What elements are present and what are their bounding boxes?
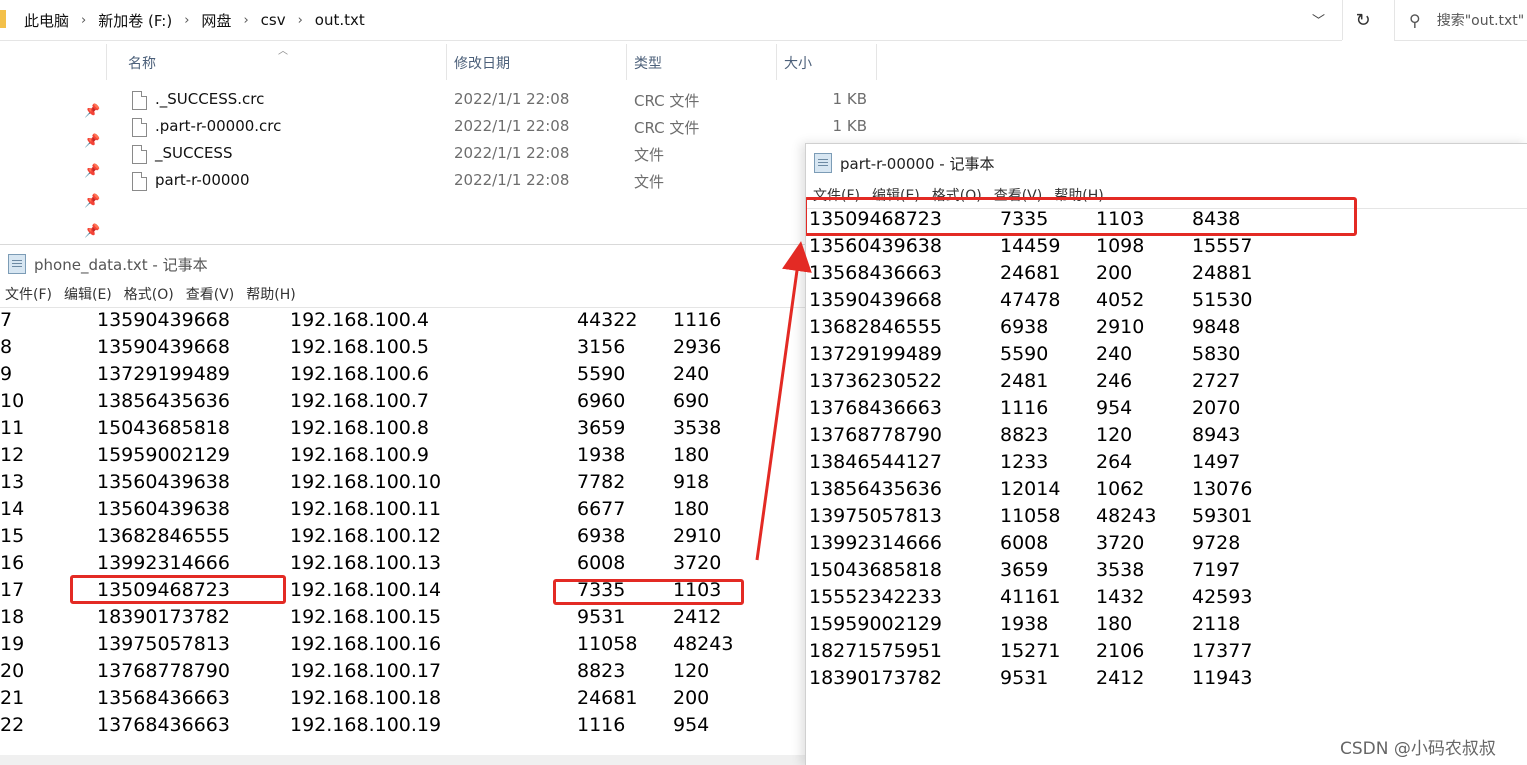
- watermark: CSDN @小码农叔叔: [1340, 739, 1496, 759]
- annotation-arrow: [755, 241, 812, 561]
